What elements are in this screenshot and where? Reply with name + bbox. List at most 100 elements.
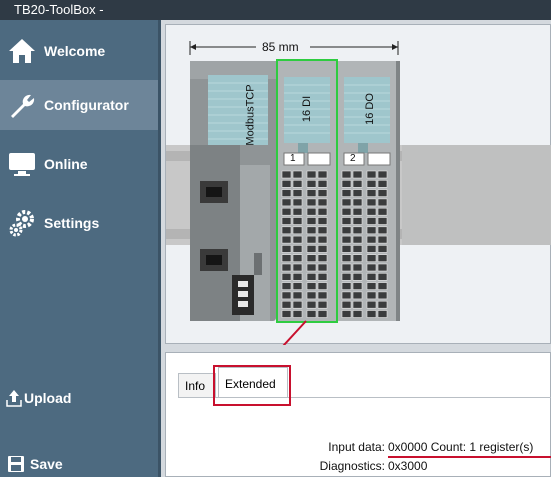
terminal-slot	[306, 170, 317, 179]
terminal-slot	[341, 245, 352, 253]
sidebar-item-label: Settings	[44, 215, 100, 231]
terminal-slot	[306, 254, 317, 262]
terminal-slot	[317, 198, 328, 207]
terminal-slot	[306, 217, 317, 225]
sidebar-item-online[interactable]: Online	[0, 139, 158, 189]
terminal-slot	[352, 189, 363, 197]
window-title: TB20-ToolBox -	[0, 0, 551, 20]
terminal-slot	[377, 198, 388, 207]
gears-icon	[6, 207, 38, 239]
sidebar-item-welcome[interactable]: Welcome	[0, 26, 158, 76]
terminal-slot	[317, 207, 328, 216]
terminal-slot	[341, 310, 352, 318]
terminal-slot	[366, 291, 377, 300]
terminal-slot	[352, 180, 363, 188]
width-dimension-label: 85 mm	[262, 40, 299, 54]
terminal-slot	[377, 273, 388, 281]
terminal-slot	[352, 254, 363, 262]
terminal-slot	[281, 217, 292, 225]
terminal-slot	[292, 170, 303, 179]
terminal-slot	[366, 170, 377, 179]
sidebar-item-label: Save	[30, 456, 63, 472]
terminal-slot	[341, 170, 352, 179]
terminal-slot	[306, 282, 317, 290]
sidebar: Welcome Configurator Online Settings Upl…	[0, 20, 158, 477]
terminal-slot	[292, 189, 303, 197]
terminal-slot	[377, 189, 388, 197]
terminal-slot	[352, 207, 363, 216]
terminal-slot	[341, 254, 352, 262]
terminal-slot	[377, 217, 388, 225]
terminal-slot	[281, 180, 292, 188]
terminal-slot	[281, 245, 292, 253]
terminal-slot	[292, 263, 303, 272]
sidebar-item-label: Welcome	[44, 43, 106, 59]
terminal-slot	[341, 235, 352, 244]
terminal-slot	[306, 310, 317, 318]
sidebar-item-configurator[interactable]: Configurator	[0, 80, 158, 130]
sidebar-item-save[interactable]: Save	[0, 439, 158, 489]
input-data-underline	[388, 456, 551, 458]
terminal-slot	[281, 226, 292, 235]
terminal-slot	[317, 254, 328, 262]
terminal-slot	[306, 245, 317, 253]
annotation-line	[282, 320, 307, 345]
terminal-slot	[292, 254, 303, 262]
terminal-slot	[341, 189, 352, 197]
terminal-slot	[341, 217, 352, 225]
terminal-slot	[352, 291, 363, 300]
terminal-slot	[377, 245, 388, 253]
terminal-slot	[306, 273, 317, 281]
terminal-slot	[352, 282, 363, 290]
terminal-slot	[377, 254, 388, 262]
terminal-slot	[292, 180, 303, 188]
terminal-slot	[306, 207, 317, 216]
terminal-slot	[341, 198, 352, 207]
terminal-slot	[366, 235, 377, 244]
terminal-slot	[366, 189, 377, 197]
sidebar-item-settings[interactable]: Settings	[0, 198, 158, 248]
terminal-slot	[366, 310, 377, 318]
terminal-slot	[352, 217, 363, 225]
terminal-slot	[341, 273, 352, 281]
module-2-label: 16 DO	[363, 93, 376, 125]
tab-info[interactable]: Info	[178, 373, 216, 397]
terminal-slot	[292, 217, 303, 225]
terminal-slot	[341, 300, 352, 309]
terminal-slot	[281, 189, 292, 197]
diagnostics-value: 0x3000	[388, 459, 428, 473]
terminal-slot	[352, 226, 363, 235]
terminal-slot	[317, 170, 328, 179]
extended-tab-annotation-box	[213, 365, 291, 406]
terminal-slot	[341, 226, 352, 235]
terminal-slot	[292, 207, 303, 216]
terminal-slot	[352, 263, 363, 272]
terminal-slot	[366, 300, 377, 309]
terminal-slot	[281, 282, 292, 290]
terminal-slot	[306, 291, 317, 300]
terminal-slot	[317, 282, 328, 290]
terminal-slot	[306, 235, 317, 244]
terminal-slot	[306, 263, 317, 272]
terminal-slot	[281, 170, 292, 179]
terminal-slot	[292, 300, 303, 309]
terminal-slot	[281, 254, 292, 262]
terminal-slot	[352, 300, 363, 309]
terminal-slot	[281, 235, 292, 244]
sidebar-item-upload[interactable]: Upload	[0, 373, 158, 423]
save-icon	[6, 448, 26, 480]
terminal-slot	[317, 263, 328, 272]
bus-coupler[interactable]	[190, 61, 276, 321]
terminal-slot	[352, 245, 363, 253]
terminal-slot	[292, 235, 303, 244]
terminal-slot	[317, 291, 328, 300]
home-icon	[6, 35, 38, 67]
terminal-slot	[317, 273, 328, 281]
terminal-slot	[352, 235, 363, 244]
terminal-slot	[292, 273, 303, 281]
terminal-slot	[352, 310, 363, 318]
terminal-slot	[366, 282, 377, 290]
terminal-slot	[366, 207, 377, 216]
terminal-slot	[281, 300, 292, 309]
upload-icon	[6, 382, 22, 414]
